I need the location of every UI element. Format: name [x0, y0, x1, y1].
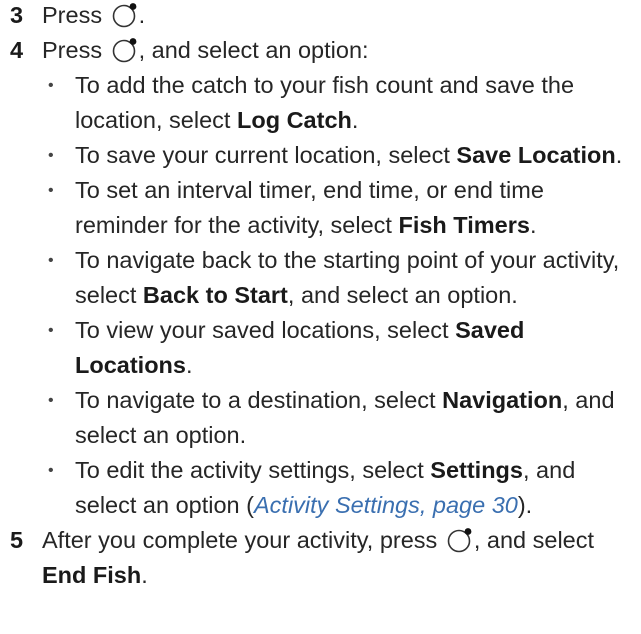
step-4: 4 Press , and select an option: • To add… — [0, 33, 641, 523]
list-item: • To save your current location, select … — [42, 138, 637, 173]
bullet-icon: • — [48, 322, 54, 339]
bullet-icon: • — [48, 182, 54, 199]
option-list: • To add the catch to your fish count an… — [42, 68, 637, 523]
bullet-icon: • — [48, 392, 54, 409]
step-5: 5 After you complete your activity, pres… — [0, 523, 641, 593]
end-fish-label: End Fish — [42, 562, 142, 588]
watch-button-icon — [112, 2, 138, 28]
list-item: • To view your saved locations, select S… — [42, 313, 637, 383]
bullet-icon: • — [48, 147, 54, 164]
watch-button-icon — [447, 527, 473, 553]
step-text-end: . — [138, 2, 146, 28]
activity-settings-link[interactable]: Activity Settings, page 30 — [254, 492, 518, 518]
step-text-end: , and select an option: — [138, 37, 369, 63]
step-text: After you complete your activity, press — [42, 527, 438, 553]
list-item: • To navigate to a destination, select N… — [42, 383, 637, 453]
step-3: 3 Press . — [0, 0, 641, 33]
step-text: Press — [42, 37, 103, 63]
list-item: • To navigate back to the starting point… — [42, 243, 637, 313]
bullet-icon: • — [48, 252, 54, 269]
step-text-mid: , and select — [473, 527, 595, 553]
bullet-icon: • — [48, 77, 54, 94]
step-number: 3 — [10, 2, 24, 28]
bullet-icon: • — [48, 462, 54, 479]
list-item: • To set an interval timer, end time, or… — [42, 173, 637, 243]
list-item: • To add the catch to your fish count an… — [42, 68, 637, 138]
manual-page: 3 Press . 4 Press , and select an option… — [0, 0, 641, 593]
step-text-end: . — [141, 562, 148, 588]
list-item: • To edit the activity settings, select … — [42, 453, 637, 523]
step-number: 4 — [10, 37, 24, 63]
step-text: Press — [42, 2, 103, 28]
watch-button-icon — [112, 37, 138, 63]
step-number: 5 — [10, 527, 24, 553]
